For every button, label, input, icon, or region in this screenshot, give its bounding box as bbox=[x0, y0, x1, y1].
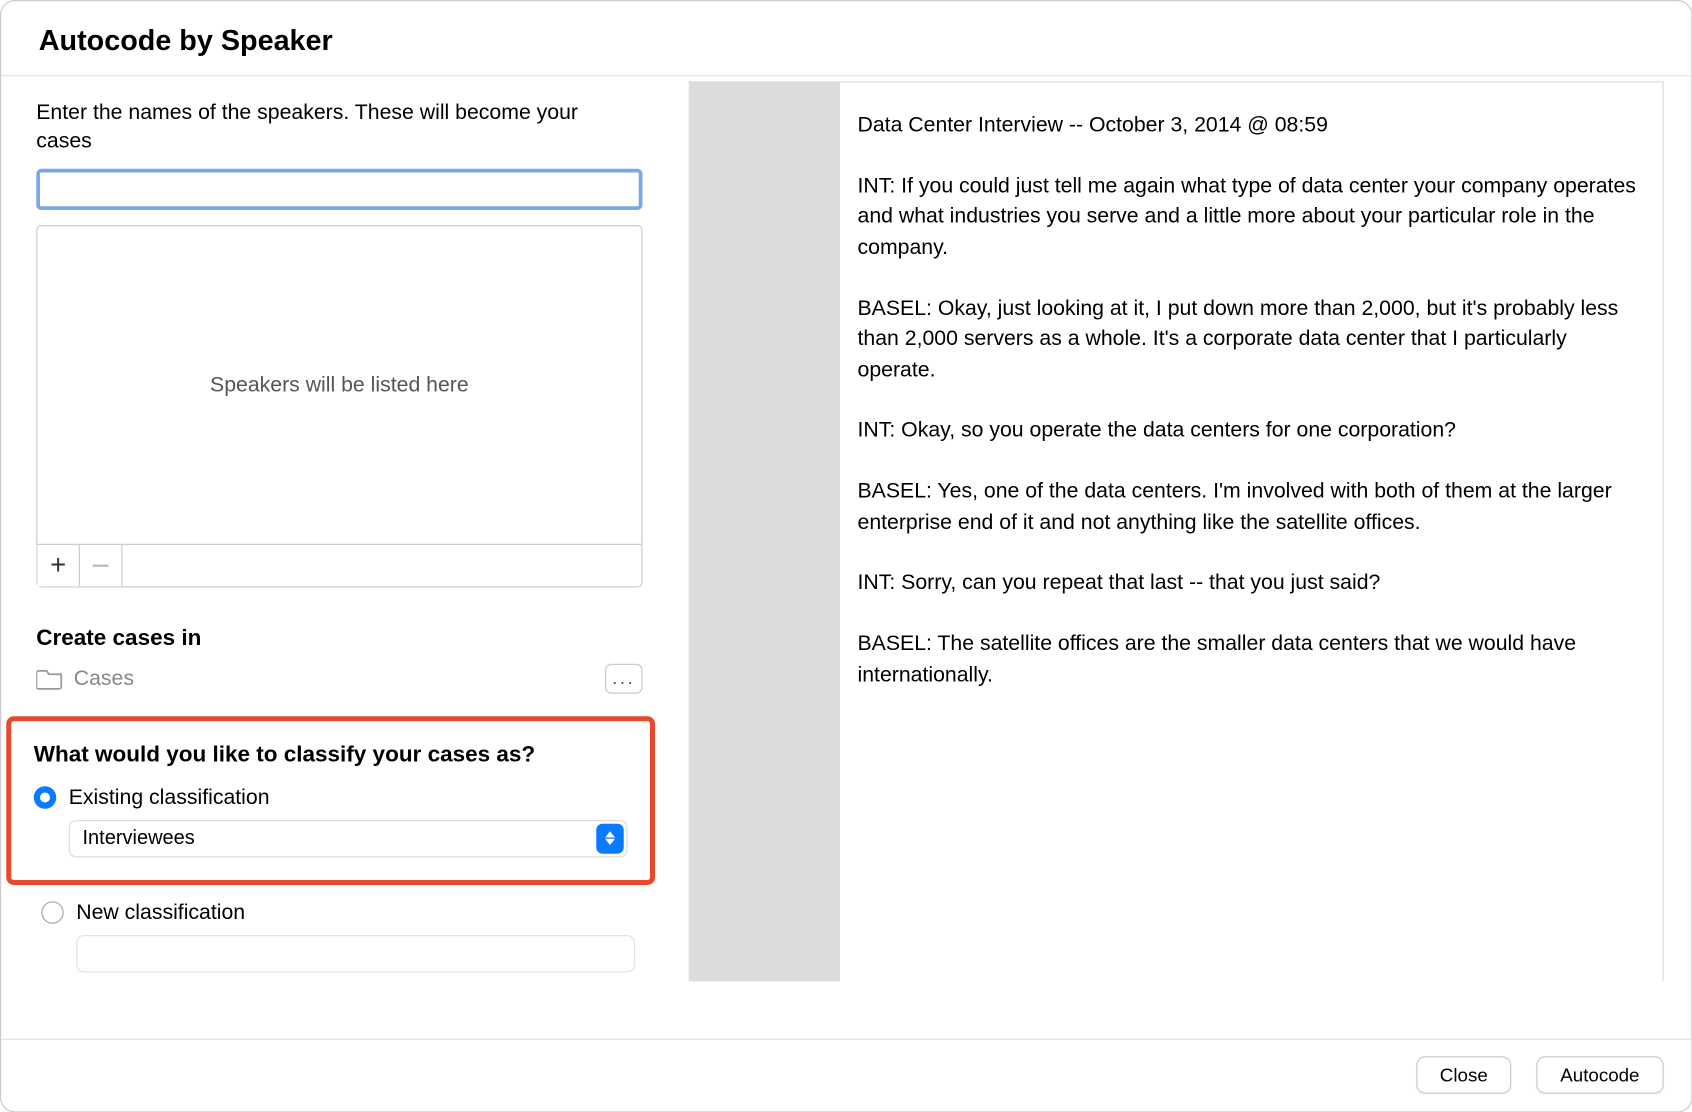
new-classification-section: New classification bbox=[36, 900, 626, 973]
speaker-list-placeholder: Speakers will be listed here bbox=[210, 372, 469, 397]
classification-highlight: What would you like to classify your cas… bbox=[6, 716, 655, 885]
document-preview: Data Center Interview -- October 3, 2014… bbox=[689, 81, 1664, 981]
new-classification-radio[interactable] bbox=[41, 901, 64, 924]
left-pane: Enter the names of the speakers. These w… bbox=[1, 76, 661, 1038]
preview-gutter bbox=[690, 83, 840, 982]
autocode-button[interactable]: Autocode bbox=[1537, 1056, 1664, 1094]
preview-paragraph: BASEL: The satellite offices are the sma… bbox=[858, 629, 1646, 691]
preview-header: Data Center Interview -- October 3, 2014… bbox=[858, 110, 1646, 141]
preview-paragraph: INT: If you could just tell me again wha… bbox=[858, 171, 1646, 263]
existing-classification-radio[interactable] bbox=[34, 786, 57, 809]
select-arrows-icon bbox=[596, 824, 624, 854]
new-classification-input[interactable] bbox=[76, 935, 635, 973]
select-value: Interviewees bbox=[83, 827, 195, 850]
dialog-body: Enter the names of the speakers. These w… bbox=[1, 76, 1690, 1038]
classify-heading: What would you like to classify your cas… bbox=[34, 741, 628, 767]
right-pane: Data Center Interview -- October 3, 2014… bbox=[661, 76, 1690, 1038]
remove-speaker-button[interactable]: − bbox=[80, 545, 123, 586]
speaker-list[interactable]: Speakers will be listed here bbox=[36, 225, 642, 545]
create-cases-heading: Create cases in bbox=[36, 625, 626, 651]
close-button[interactable]: Close bbox=[1416, 1056, 1511, 1094]
autocode-dialog: Autocode by Speaker Enter the names of t… bbox=[0, 0, 1692, 1112]
cases-more-button[interactable]: ... bbox=[605, 664, 643, 694]
existing-classification-row[interactable]: Existing classification bbox=[34, 785, 628, 810]
existing-classification-select[interactable]: Interviewees bbox=[69, 820, 628, 858]
cases-folder-label: Cases bbox=[74, 666, 595, 691]
new-classification-label: New classification bbox=[76, 900, 245, 925]
existing-classification-select-wrap: Interviewees bbox=[69, 820, 628, 858]
dialog-title: Autocode by Speaker bbox=[1, 1, 1690, 76]
speaker-name-input[interactable] bbox=[36, 169, 642, 210]
add-speaker-button[interactable]: + bbox=[38, 545, 81, 586]
dialog-footer: Close Autocode bbox=[1, 1038, 1690, 1111]
preview-content[interactable]: Data Center Interview -- October 3, 2014… bbox=[840, 83, 1663, 982]
preview-paragraph: BASEL: Okay, just looking at it, I put d… bbox=[858, 293, 1646, 385]
existing-classification-label: Existing classification bbox=[69, 785, 270, 810]
preview-paragraph: INT: Okay, so you operate the data cente… bbox=[858, 416, 1646, 447]
speaker-toolbar: + − bbox=[36, 545, 642, 588]
new-classification-row[interactable]: New classification bbox=[41, 900, 626, 925]
speaker-instruction: Enter the names of the speakers. These w… bbox=[36, 99, 626, 156]
cases-location-row: Cases ... bbox=[36, 664, 642, 694]
preview-paragraph: BASEL: Yes, one of the data centers. I'm… bbox=[858, 476, 1646, 538]
preview-paragraph: INT: Sorry, can you repeat that last -- … bbox=[858, 568, 1646, 599]
folder-icon bbox=[36, 667, 64, 690]
